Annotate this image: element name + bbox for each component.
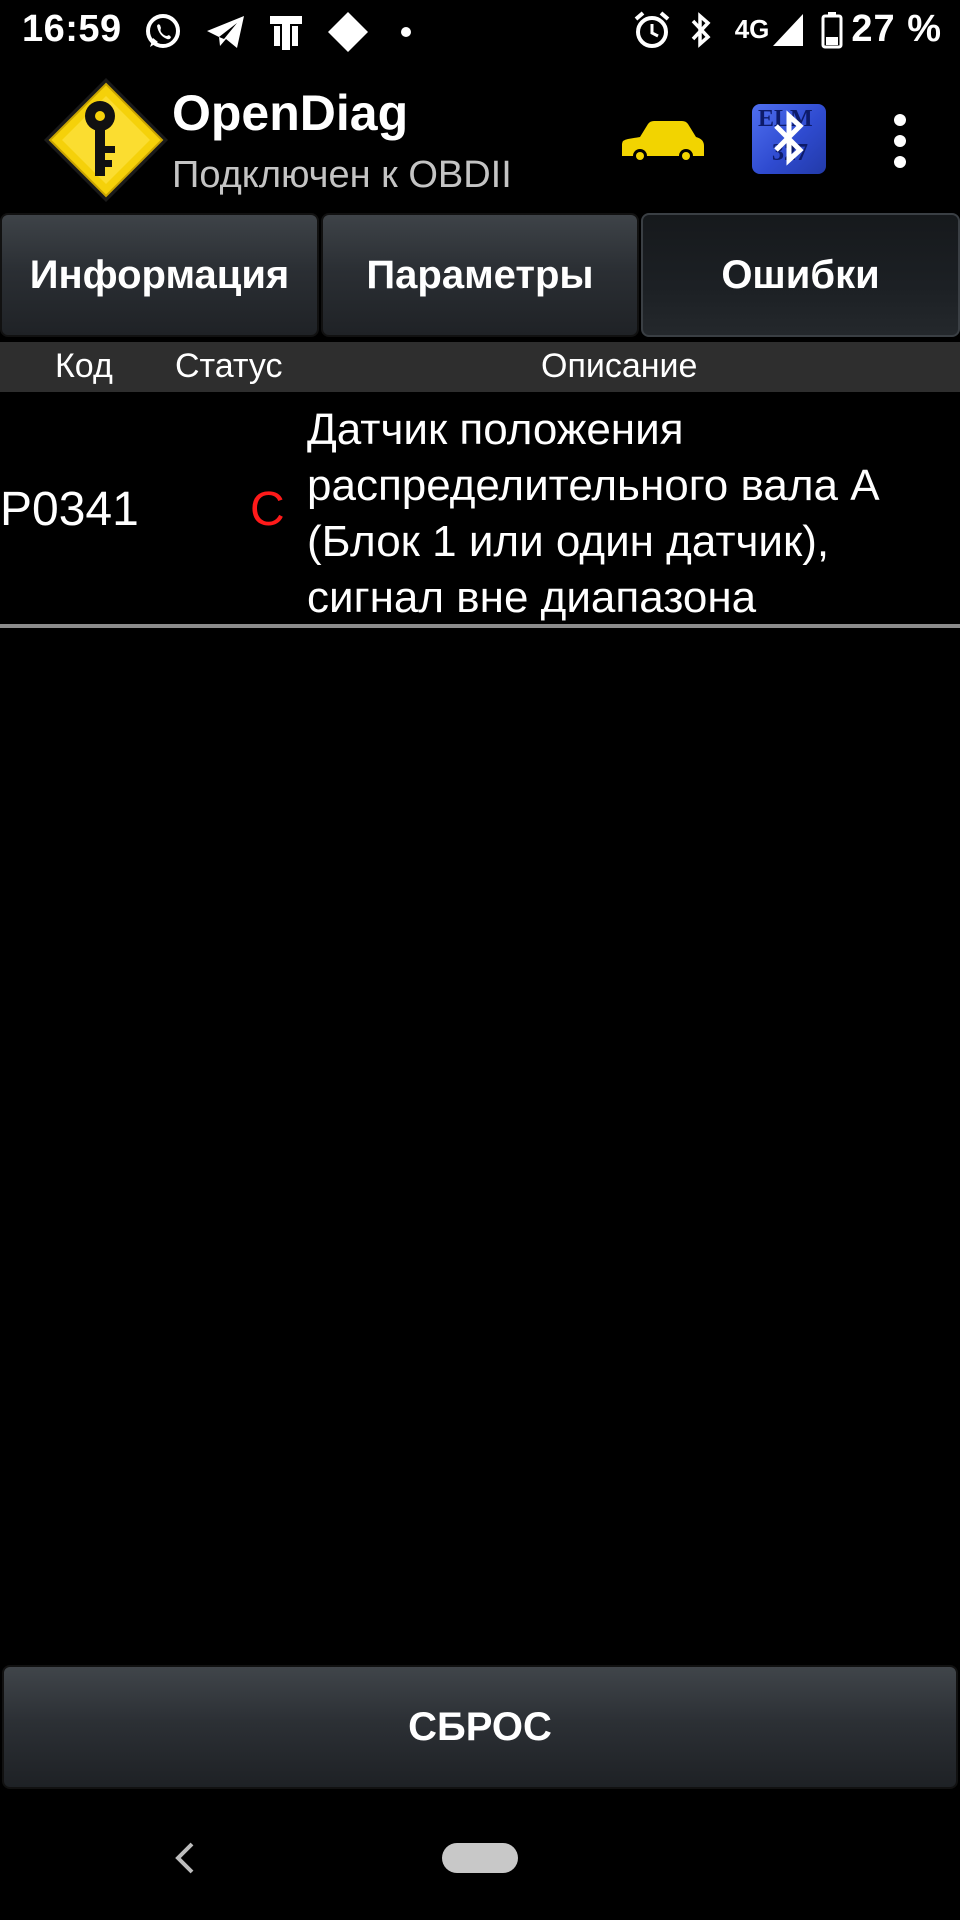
connection-status: Подключен к OBDII — [172, 154, 512, 196]
tab-parameters[interactable]: Параметры — [321, 213, 639, 337]
error-code: P0341 — [0, 483, 139, 536]
tab-bar: Информация Параметры Ошибки — [0, 213, 960, 341]
error-status: C — [250, 483, 285, 536]
row-divider — [0, 624, 960, 628]
bluetooth-icon — [689, 10, 713, 50]
app-logo-icon — [40, 74, 172, 206]
navigation-bar — [0, 1800, 960, 1920]
elm327-bluetooth-icon[interactable]: ELM 327 — [752, 104, 826, 174]
header-description: Описание — [541, 347, 698, 385]
header-status: Статус — [175, 347, 283, 385]
whatsapp-icon — [142, 11, 184, 53]
battery-percent: 27 % — [851, 8, 942, 50]
screen: 16:59 4G 27 % OpenDiag Подключен к OBDII… — [0, 0, 960, 1920]
battery-icon — [821, 11, 843, 49]
home-pill[interactable] — [442, 1843, 518, 1873]
telegram-icon — [204, 12, 248, 52]
app-title: OpenDiag — [172, 85, 409, 141]
table-row[interactable]: P0341 C Датчик положения распределительн… — [0, 392, 960, 624]
overflow-menu-icon[interactable] — [880, 114, 920, 170]
header-code: Код — [55, 347, 113, 385]
error-description: Датчик положения распределительного вала… — [307, 405, 878, 622]
tab-errors[interactable]: Ошибки — [641, 213, 960, 337]
back-icon[interactable] — [170, 1840, 200, 1876]
network-type: 4G — [734, 14, 770, 44]
dot-icon — [400, 26, 412, 38]
game-icon — [268, 12, 304, 52]
system-icons: 4G 27 % — [633, 8, 942, 51]
app-bar: OpenDiag Подключен к OBDII ELM 327 — [0, 64, 960, 210]
table-header: Код Статус Описание — [0, 342, 960, 392]
car-icon[interactable] — [618, 118, 706, 164]
alarm-icon — [633, 10, 671, 50]
reset-button[interactable]: СБРОС — [2, 1665, 958, 1789]
status-bar: 16:59 4G 27 % — [0, 0, 960, 64]
tab-info[interactable]: Информация — [0, 213, 319, 337]
diamond-icon — [326, 10, 370, 54]
signal-icon — [771, 12, 805, 48]
status-time: 16:59 — [22, 8, 122, 50]
notification-icons — [142, 10, 412, 54]
